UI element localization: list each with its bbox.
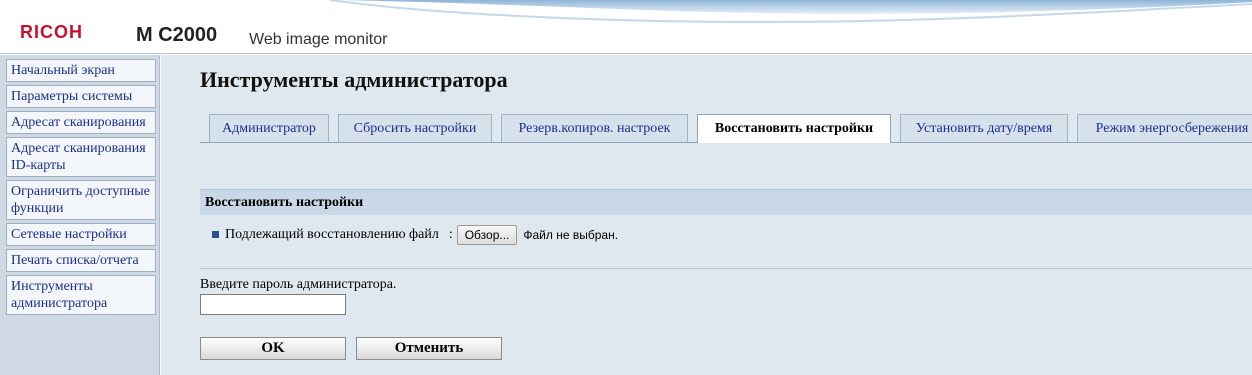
cancel-button[interactable]: Отменить [356, 337, 502, 360]
ok-button[interactable]: OK [200, 337, 346, 360]
sidebar-item-network-settings[interactable]: Сетевые настройки [6, 223, 156, 246]
app-subtitle: Web image monitor [249, 31, 388, 48]
tab-reset-settings[interactable]: Сбросить настройки [338, 114, 492, 142]
tab-energy-saver[interactable]: Режим энергосбережения [1077, 114, 1252, 142]
sidebar-item-system-settings[interactable]: Параметры системы [6, 85, 156, 108]
file-status: Файл не выбран. [523, 228, 619, 242]
sidebar-item-id-card-scan-destination[interactable]: Адресат сканирования ID-карты [6, 137, 156, 177]
file-label: Подлежащий восстановлению файл [225, 227, 439, 242]
file-colon: : [448, 227, 453, 242]
model-name: M C2000 [136, 24, 218, 46]
password-field[interactable] [200, 294, 346, 315]
sidebar-item-administrator-tools[interactable]: Инструменты администратора [6, 275, 156, 315]
sidebar-item-restrict-functions[interactable]: Ограничить доступные функции [6, 180, 156, 220]
header: RICOH M C2000 Web image monitor [0, 0, 1252, 54]
tab-bar: Администратор Сбросить настройки Резерв.… [200, 114, 1252, 143]
tab-set-date-time[interactable]: Установить дату/время [900, 114, 1068, 142]
file-select-row: Подлежащий восстановлению файл: Обзор... Ф… [212, 223, 618, 247]
sidebar-item-print-list-report[interactable]: Печать списка/отчета [6, 249, 156, 272]
password-label: Введите пароль администратора. [200, 277, 397, 292]
divider [200, 268, 1252, 269]
tab-backup-settings[interactable]: Резерв.копиров. настроек [501, 114, 688, 142]
section-header: Восстановить настройки [200, 189, 1252, 215]
browse-button[interactable]: Обзор... [456, 225, 518, 245]
sidebar: Начальный экран Параметры системы Адреса… [0, 55, 160, 375]
sidebar-item-scan-destination[interactable]: Адресат сканирования [6, 111, 156, 134]
tab-administrator[interactable]: Администратор [209, 114, 329, 142]
sidebar-item-home[interactable]: Начальный экран [6, 59, 156, 82]
tab-restore-settings[interactable]: Восстановить настройки [697, 114, 891, 143]
main-content: Инструменты администратора Администратор… [161, 55, 1252, 375]
bullet-icon [212, 230, 219, 238]
page-title: Инструменты администратора [200, 67, 508, 92]
ricoh-logo: RICOH [20, 22, 83, 42]
